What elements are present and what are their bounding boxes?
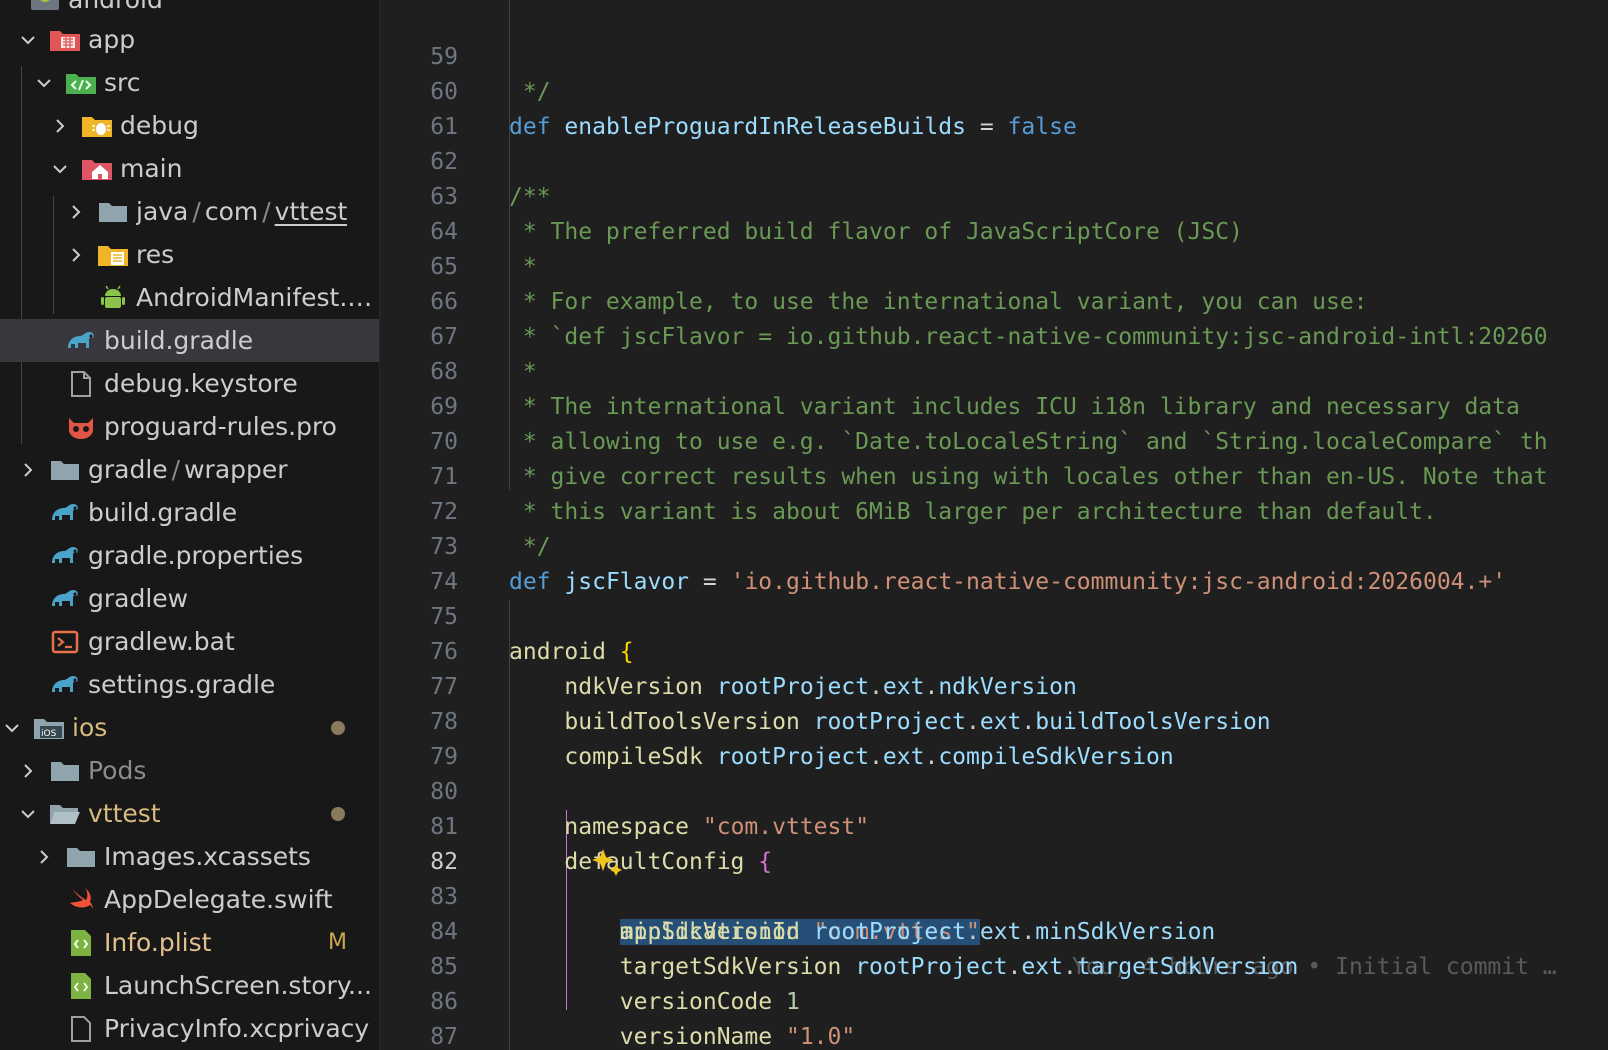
android-folder-icon <box>28 0 62 15</box>
code-editor[interactable]: 59 */ 60 def enableProguardInReleaseBuil… <box>380 0 1608 1050</box>
tree-file-androidmanifest[interactable]: AndroidManifest.x... <box>0 276 379 319</box>
plist-icon <box>64 928 98 958</box>
folder-icon <box>64 842 98 872</box>
chevron-right-icon[interactable] <box>14 757 42 785</box>
code-line: 62 /** <box>380 110 1608 210</box>
tree-folder-images-xcassets[interactable]: Images.xcassets <box>0 835 379 878</box>
explorer-sidebar: android app src debug main <box>0 0 380 1050</box>
code-line: 70 * give correct results when using wit… <box>380 390 1608 490</box>
code-line: 59 */ <box>380 5 1608 105</box>
code-line: 71 * this variant is about 6MiB larger p… <box>380 425 1608 525</box>
code-line: 80 namespace "com.vttest" <box>380 740 1608 840</box>
code-line: 74 <box>380 530 1608 595</box>
plist-icon <box>64 971 98 1001</box>
chevron-down-icon[interactable] <box>14 26 42 54</box>
code-line: 84 targetSdkVersion rootProject.ext.targ… <box>380 880 1608 980</box>
code-line: 76 ndkVersion rootProject.ext.ndkVersion <box>380 600 1608 700</box>
terminal-icon <box>48 627 82 657</box>
tree-folder-app[interactable]: app <box>0 18 379 61</box>
tree-folder-java-com-vttest[interactable]: java / com / vttest <box>0 190 379 233</box>
tree-folder-ios[interactable]: iOS ios <box>0 706 379 749</box>
code-line: 86 versionName "1.0" <box>380 950 1608 1050</box>
tree-folder-debug[interactable]: debug <box>0 104 379 147</box>
tree-file-gradlew[interactable]: gradlew <box>0 577 379 620</box>
code-line: 77 buildToolsVersion rootProject.ext.bui… <box>380 635 1608 735</box>
chevron-right-icon[interactable] <box>62 241 90 269</box>
main-folder-icon <box>80 154 114 184</box>
code-line: 66 * `def jscFlavor = io.github.react-na… <box>380 250 1608 350</box>
code-line: 87 } <box>380 985 1608 1050</box>
line-number: 87 <box>430 1024 458 1050</box>
code-line: 69 * allowing to use e.g. `Date.toLocale… <box>380 355 1608 455</box>
code-line: 63 * The preferred build flavor of JavaS… <box>380 145 1608 245</box>
code-line: 60 def enableProguardInReleaseBuilds = f… <box>380 40 1608 140</box>
gradle-icon <box>48 541 82 571</box>
file-icon <box>64 369 98 399</box>
tree-file-proguard-rules[interactable]: proguard-rules.pro <box>0 405 379 448</box>
folder-open-icon <box>48 799 82 829</box>
tree-file-settings-gradle[interactable]: settings.gradle <box>0 663 379 706</box>
tree-file-appdelegate[interactable]: AppDelegate.swift <box>0 878 379 921</box>
gradle-icon <box>48 498 82 528</box>
chevron-down-icon[interactable] <box>30 69 58 97</box>
tree-file-privacyinfo[interactable]: PrivacyInfo.xcprivacy <box>0 1007 379 1050</box>
tree-folder-src[interactable]: src <box>0 61 379 104</box>
code-line: 67 * <box>380 285 1608 385</box>
chevron-right-icon[interactable] <box>30 843 58 871</box>
tree-file-debug-keystore[interactable]: debug.keystore <box>0 362 379 405</box>
code-line: 61 <box>380 75 1608 140</box>
gradle-icon <box>64 326 98 356</box>
proguard-icon <box>64 412 98 442</box>
tree-file-info-plist[interactable]: Info.plist M <box>0 921 379 964</box>
code-line: 73 def jscFlavor = 'io.github.react-nati… <box>380 495 1608 595</box>
code-line: 68 * The international variant includes … <box>380 320 1608 420</box>
tree-file-gradlew-bat[interactable]: gradlew.bat <box>0 620 379 663</box>
folder-icon <box>48 455 82 485</box>
chevron-right-icon[interactable] <box>62 198 90 226</box>
code-line: 64 * <box>380 180 1608 280</box>
modified-badge: M <box>328 930 347 955</box>
tree-file-build-gradle[interactable]: build.gradle <box>0 491 379 534</box>
code-line-active: 82 applicationId "com.vttest" You, 4 hou… <box>380 810 1608 980</box>
tree-folder-gradle-wrapper[interactable]: gradle / wrapper <box>0 448 379 491</box>
gradle-icon <box>48 584 82 614</box>
src-folder-icon <box>64 68 98 98</box>
tree-folder-main[interactable]: main <box>0 147 379 190</box>
app-folder-icon <box>48 25 82 55</box>
chevron-right-icon[interactable] <box>46 112 74 140</box>
code-line: 65 * For example, to use the internation… <box>380 215 1608 315</box>
android-icon <box>96 283 130 313</box>
debug-folder-icon <box>80 111 114 141</box>
code-line: 78 compileSdk rootProject.ext.compileSdk… <box>380 670 1608 770</box>
folder-icon <box>48 756 82 786</box>
code-line: 72 */ <box>380 460 1608 560</box>
chevron-down-icon[interactable] <box>14 800 42 828</box>
tree-folder-pods[interactable]: Pods <box>0 749 379 792</box>
code-line: 75 android { <box>380 565 1608 665</box>
chevron-right-icon[interactable] <box>14 456 42 484</box>
code-line: 79 <box>380 705 1608 770</box>
tree-file-app-build-gradle[interactable]: build.gradle <box>0 319 379 362</box>
res-folder-icon <box>96 240 130 270</box>
gradle-icon <box>48 670 82 700</box>
chevron-down-icon[interactable] <box>0 714 26 742</box>
svg-text:iOS: iOS <box>41 729 57 739</box>
tree-folder-res[interactable]: res <box>0 233 379 276</box>
modified-dot <box>331 806 345 821</box>
file-icon <box>64 1014 98 1044</box>
code-line: 83 minSdkVersion rootProject.ext.minSdkV… <box>380 845 1608 945</box>
tree-folder-vttest[interactable]: vttest <box>0 792 379 835</box>
chevron-down-icon[interactable] <box>46 155 74 183</box>
folder-icon <box>96 197 130 227</box>
modified-dot <box>331 720 345 735</box>
code-line: 85 versionCode 1 <box>380 915 1608 1015</box>
swift-icon <box>64 885 98 915</box>
tree-file-launchscreen[interactable]: LaunchScreen.story... <box>0 964 379 1007</box>
ios-folder-icon: iOS <box>32 713 66 743</box>
tree-file-gradle-properties[interactable]: gradle.properties <box>0 534 379 577</box>
code-line: 81 defaultConfig { <box>380 775 1608 875</box>
